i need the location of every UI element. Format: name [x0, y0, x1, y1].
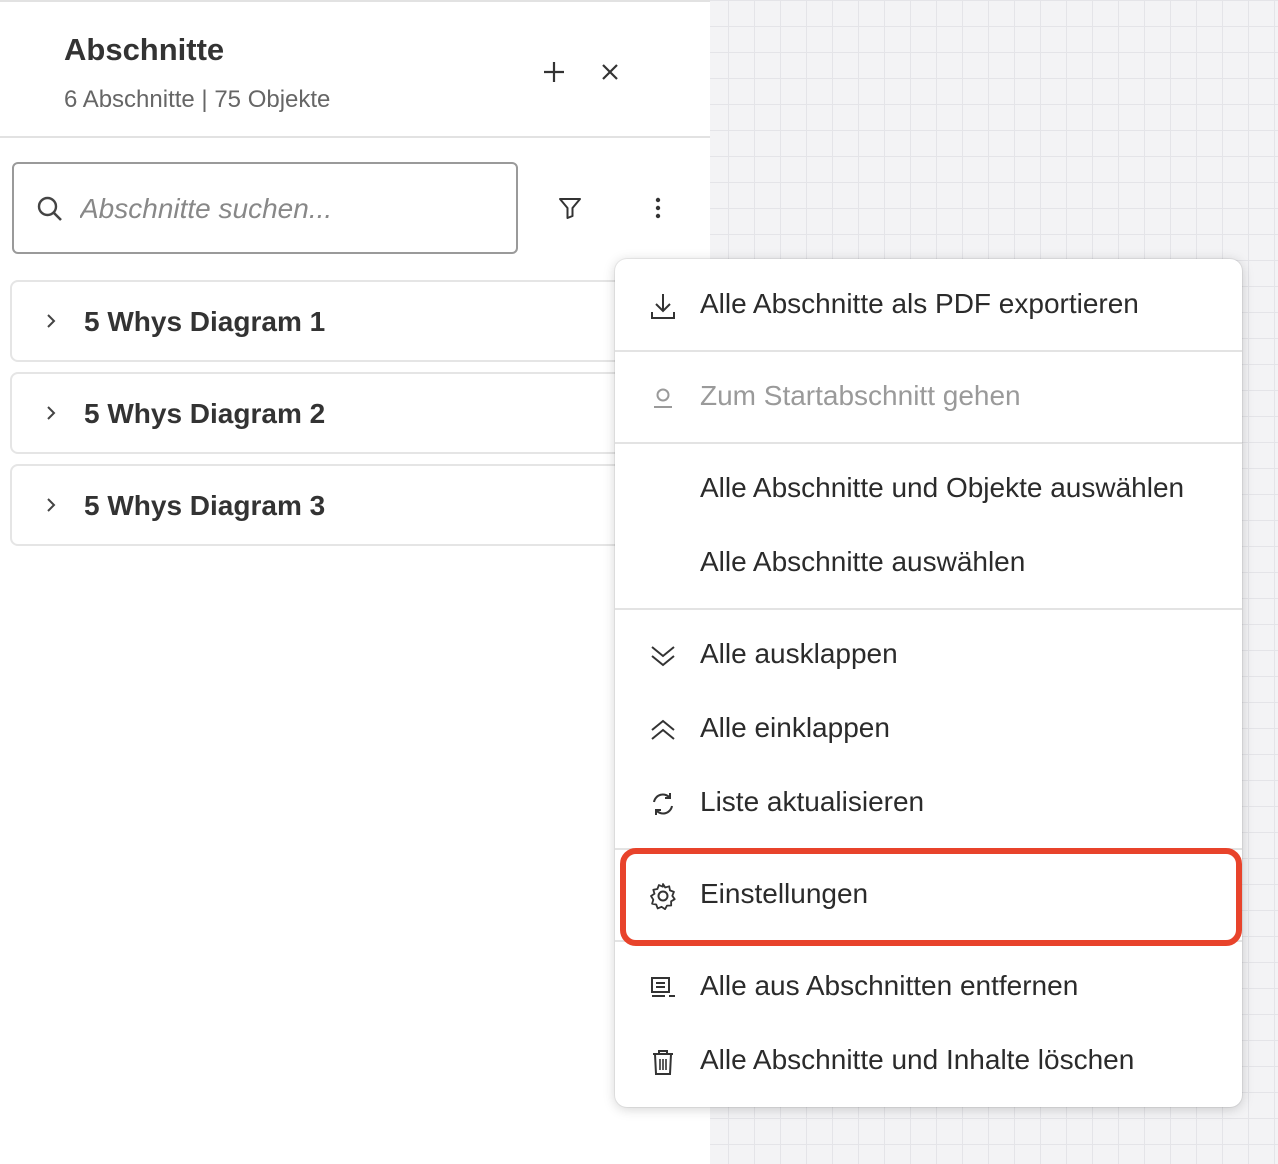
- menu-item-delete-all-sections[interactable]: Alle Abschnitte und Inhalte löschen: [615, 1031, 1242, 1093]
- search-box[interactable]: [12, 162, 518, 254]
- filter-button[interactable]: [552, 190, 588, 226]
- menu-item-refresh-list[interactable]: Liste aktualisieren: [615, 773, 1242, 835]
- plus-icon: [544, 62, 564, 82]
- panel-title: Abschnitte: [64, 32, 225, 67]
- gear-icon: [647, 881, 679, 911]
- menu-item-label: Alle Abschnitte als PDF exportieren: [700, 288, 1139, 319]
- menu-item-go-to-start[interactable]: Zum Startabschnitt gehen: [615, 367, 1242, 429]
- refresh-icon: [647, 789, 679, 819]
- remove-list-icon: [647, 973, 679, 1003]
- menu-item-select-all-sections[interactable]: Alle Abschnitte auswählen: [615, 533, 1242, 595]
- chevron-right-icon: [47, 314, 56, 328]
- menu-item-remove-all-from-sections[interactable]: Alle aus Abschnitten entfernen: [615, 957, 1242, 1019]
- double-chevron-down-icon: [647, 641, 679, 671]
- menu-item-settings[interactable]: Einstellungen: [615, 865, 1242, 927]
- chevron-right-icon: [47, 406, 56, 420]
- menu-divider: [615, 608, 1242, 610]
- location-pin-icon: [647, 383, 679, 413]
- menu-item-label: Zum Startabschnitt gehen: [700, 380, 1021, 411]
- menu-item-expand-all[interactable]: Alle ausklappen: [615, 625, 1242, 687]
- section-label: 5 Whys Diagram 3: [84, 490, 326, 521]
- menu-divider: [615, 442, 1242, 444]
- section-item[interactable]: 5 Whys Diagram 2: [10, 372, 650, 454]
- menu-item-label: Alle einklappen: [700, 712, 890, 743]
- close-icon: [602, 64, 618, 80]
- menu-divider: [615, 848, 1242, 850]
- search-icon: [37, 196, 62, 221]
- sections-panel: Abschnitte 6 Abschnitte | 75 Objekte 5 W…: [0, 0, 710, 1164]
- menu-item-export-pdf[interactable]: Alle Abschnitte als PDF exportieren: [615, 275, 1242, 337]
- menu-divider: [615, 350, 1242, 352]
- trash-icon: [647, 1047, 679, 1077]
- panel-subtitle: 6 Abschnitte | 75 Objekte: [64, 86, 331, 113]
- more-options-button[interactable]: [640, 190, 676, 226]
- menu-item-select-all-objects[interactable]: Alle Abschnitte und Objekte auswählen: [615, 459, 1242, 521]
- section-label: 5 Whys Diagram 1: [84, 306, 326, 337]
- section-item[interactable]: 5 Whys Diagram 3: [10, 464, 650, 546]
- section-label: 5 Whys Diagram 2: [84, 398, 326, 429]
- menu-item-label: Einstellungen: [700, 878, 869, 909]
- menu-item-label: Alle aus Abschnitten entfernen: [700, 970, 1079, 1001]
- search-input[interactable]: [78, 184, 502, 234]
- menu-item-collapse-all[interactable]: Alle einklappen: [615, 699, 1242, 761]
- menu-item-label: Alle Abschnitte auswählen: [700, 546, 1026, 577]
- double-chevron-up-icon: [647, 715, 679, 745]
- menu-divider: [615, 940, 1242, 942]
- menu-item-label: Alle Abschnitte und Objekte auswählen: [700, 472, 1185, 503]
- menu-item-label: Alle Abschnitte und Inhalte löschen: [700, 1044, 1135, 1075]
- chevron-right-icon: [47, 498, 56, 512]
- filter-icon: [559, 198, 581, 219]
- close-panel-button[interactable]: [592, 54, 628, 90]
- options-menu: Alle Abschnitte als PDF exportieren Zum …: [615, 259, 1242, 1107]
- download-icon: [647, 291, 679, 321]
- menu-item-label: Alle ausklappen: [700, 638, 898, 669]
- add-section-button[interactable]: [536, 54, 572, 90]
- more-vertical-icon: [655, 197, 661, 219]
- panel-header: Abschnitte 6 Abschnitte | 75 Objekte: [0, 2, 710, 138]
- section-item[interactable]: 5 Whys Diagram 1: [10, 280, 650, 362]
- menu-item-label: Liste aktualisieren: [700, 786, 925, 817]
